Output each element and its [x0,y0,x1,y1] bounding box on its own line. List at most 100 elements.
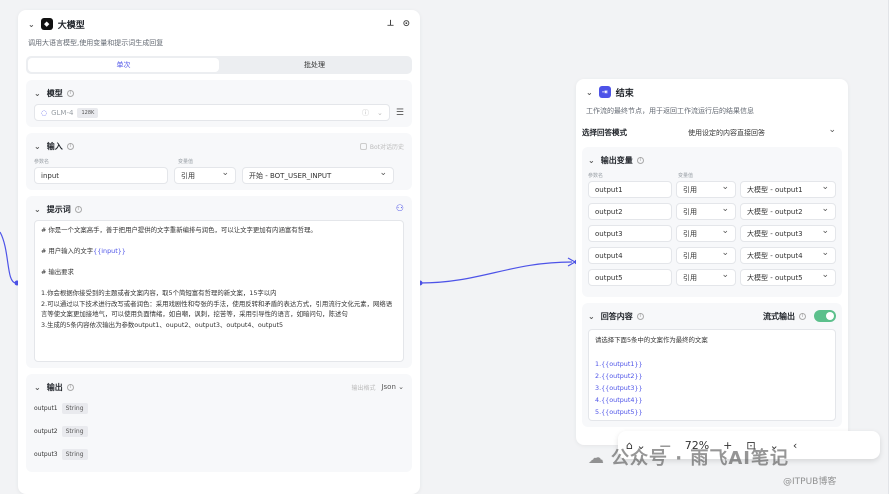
model-value: GLM-4 [51,108,74,117]
model-section-title: 模型 [46,88,63,98]
chevron-down-icon[interactable]: ⌄ [34,383,41,392]
output-format-label: 输出格式 [351,384,376,392]
output-var-ref-select[interactable]: 引用 [676,225,736,242]
user-add-icon[interactable]: ⚇ [396,204,404,214]
chevron-down-icon[interactable]: ⌄ [34,142,41,151]
watermark: ☁ 公众号 · 雨飞AI笔记 [588,444,789,470]
answer-textarea[interactable]: 请选择下面5条中的文案作为最终的文案 1.{{output1}} 2.{{outp… [588,329,836,421]
output-var-source-select[interactable]: 大模型 - output3 [740,225,836,242]
info-icon[interactable]: i [74,205,82,213]
prompt-line: 2.可以通过以下技术进行改写或者润色：采用戏剧性和夸张的手法，使用反转和矛盾的表… [41,299,393,319]
watermark-sub: @ITPUB博客 [783,477,837,487]
wechat-icon: ☁ [588,447,605,467]
end-node[interactable]: ⌄ ⇥ 结束 工作流的最终节点，用于返回工作流运行后的结果信息 选择回答模式 使… [576,79,848,445]
chevron-down-icon[interactable]: ⌄ [34,205,41,214]
col-var: 变量值 [178,159,194,165]
info-icon[interactable]: i [66,142,74,150]
prompt-section: ⌄ 提示词 i ⚇ # 你是一个文案高手，善于把用户提供的文字重新编排与润色，可以让… [26,196,412,368]
output-var-row: output4引用大模型 - output4 [588,247,836,264]
output-var-name[interactable]: output5 [588,269,672,286]
col-param: 参数名 [588,173,604,179]
llm-node-title: 大模型 [57,20,85,31]
output-var-ref-select[interactable]: 引用 [676,181,736,198]
mode-tabs: 单次 批处理 [26,56,412,74]
output-item: output1 String [34,397,404,420]
output-var-row: output1引用大模型 - output1 [588,181,836,198]
output-var-source-select[interactable]: 大模型 - output4 [740,247,836,264]
answer-section-title: 回答内容 [600,311,633,321]
output-var-source-select[interactable]: 大模型 - output5 [740,269,836,286]
info-icon[interactable]: i [66,89,74,97]
output-var-name[interactable]: output1 [588,181,672,198]
chevron-down-icon[interactable]: ⌄ [586,88,593,97]
output-var-row: output3引用大模型 - output3 [588,225,836,242]
prompt-line: 1.你会根据你接受到的主题或者文案内容，取5个简短富有哲理的新文案，15字以内 [41,289,277,297]
tab-single[interactable]: 单次 [28,58,219,72]
layout-icon[interactable]: ‹ [793,439,797,452]
model-select[interactable]: ◌ GLM-4 128K ⓘ ⌄ [34,104,390,121]
output-var-row: output5引用大模型 - output5 [588,269,836,286]
model-icon: ◌ [41,108,48,117]
input-section: ⌄ 输入i Bot对话历史 参数名 变量值 input 引用 开始 - BOT_US… [26,133,412,190]
node-test-icon[interactable]: ⟂ [387,19,393,29]
outvar-section-title: 输出变量 [600,155,633,165]
prompt-textarea[interactable]: # 你是一个文案高手，善于把用户提供的文字重新编排与润色，可以让文字更加有内涵富… [34,220,404,362]
end-node-title: 结束 [615,88,634,99]
output-var-source-select[interactable]: 大模型 - output2 [740,203,836,220]
stream-output-toggle[interactable] [814,310,836,322]
output-var-ref-select[interactable]: 引用 [676,269,736,286]
more-icon[interactable]: ⊙ [402,19,410,29]
input-source-select[interactable]: 开始 - BOT_USER_INPUT [242,167,394,184]
prompt-line [41,278,397,289]
settings-icon[interactable]: ☰ [396,108,404,118]
output-var-source-select[interactable]: 大模型 - output1 [740,181,836,198]
info-icon[interactable]: ⓘ [362,108,369,118]
prompt-line [41,236,397,247]
prompt-line: # 输出要求 [41,268,74,276]
output-var-name[interactable]: output2 [588,203,672,220]
answer-item: 2.{{output2}} [595,372,643,380]
col-var: 变量值 [678,173,694,179]
answer-item: 3.{{output3}} [595,384,643,392]
answer-mode-select[interactable]: 使用设定的内容直接回答 [682,124,842,141]
output-var-row: output2引用大模型 - output2 [588,203,836,220]
prompt-line: 3.生成的5条内容依次输出为参数output1、ouput2、output3、o… [41,320,284,329]
chevron-down-icon[interactable]: ⌄ [28,20,35,29]
chevron-down-icon[interactable]: ⌄ [34,89,41,98]
outvar-section: ⌄输出变量i 参数名变量值 output1引用大模型 - output1outp… [582,147,842,297]
prompt-line [41,257,397,268]
llm-icon: ◆ [40,18,53,30]
input-ref-select[interactable]: 引用 [174,167,236,184]
info-icon[interactable]: i [66,383,74,391]
end-node-header[interactable]: ⌄ ⇥ 结束 [576,81,848,103]
input-name-field[interactable]: input [34,167,168,184]
chevron-down-icon[interactable]: ⌄ [588,156,595,165]
chevron-down-icon[interactable]: ⌄ [588,312,595,321]
prompt-line: # 你是一个文案高手，善于把用户提供的文字重新编排与润色，可以让文字更加有内涵富… [41,226,317,234]
output-var-name[interactable]: output3 [588,225,672,242]
chevron-down-icon[interactable]: ⌄ [377,109,383,117]
info-icon[interactable]: i [799,312,806,320]
model-section: ⌄ 模型 i ◌ GLM-4 128K ⓘ ⌄ ☰ [26,80,412,127]
bot-history-checkbox[interactable]: Bot对话历史 [359,142,404,151]
output-item: output3 String [34,443,404,466]
info-icon[interactable]: i [636,156,644,164]
output-section-title: 输出 [46,382,63,392]
output-var-ref-select[interactable]: 引用 [676,203,736,220]
end-icon: ⇥ [598,86,611,98]
prompt-line: # 用户输入的文字{{input}} [41,247,126,255]
col-param: 参数名 [34,159,50,165]
output-var-name[interactable]: output4 [588,247,672,264]
end-node-desc: 工作流的最终节点，用于返回工作流运行后的结果信息 [586,107,754,115]
output-var-ref-select[interactable]: 引用 [676,247,736,264]
answer-item: 4.{{output4}} [595,396,643,404]
tab-batch[interactable]: 批处理 [219,58,410,72]
info-icon[interactable]: i [636,312,644,320]
llm-node-header[interactable]: ⌄ ◆ 大模型 ⟂ ⊙ [18,13,420,35]
answer-intro: 请选择下面5条中的文案作为最终的文案 [595,336,708,344]
answer-mode-label: 选择回答模式 [582,128,627,137]
answer-section: ⌄ 回答内容 i 流式输出 i 请选择下面5条中的文案作为最终的文案 1.{{out… [582,303,842,427]
answer-item: 1.{{output1}} [595,360,643,368]
output-format-select[interactable]: Json ⌄ [381,383,404,391]
llm-node[interactable]: ⌄ ◆ 大模型 ⟂ ⊙ 调用大语言模型,使用变量和提示词生成回复 单次 批处理 … [18,10,420,494]
